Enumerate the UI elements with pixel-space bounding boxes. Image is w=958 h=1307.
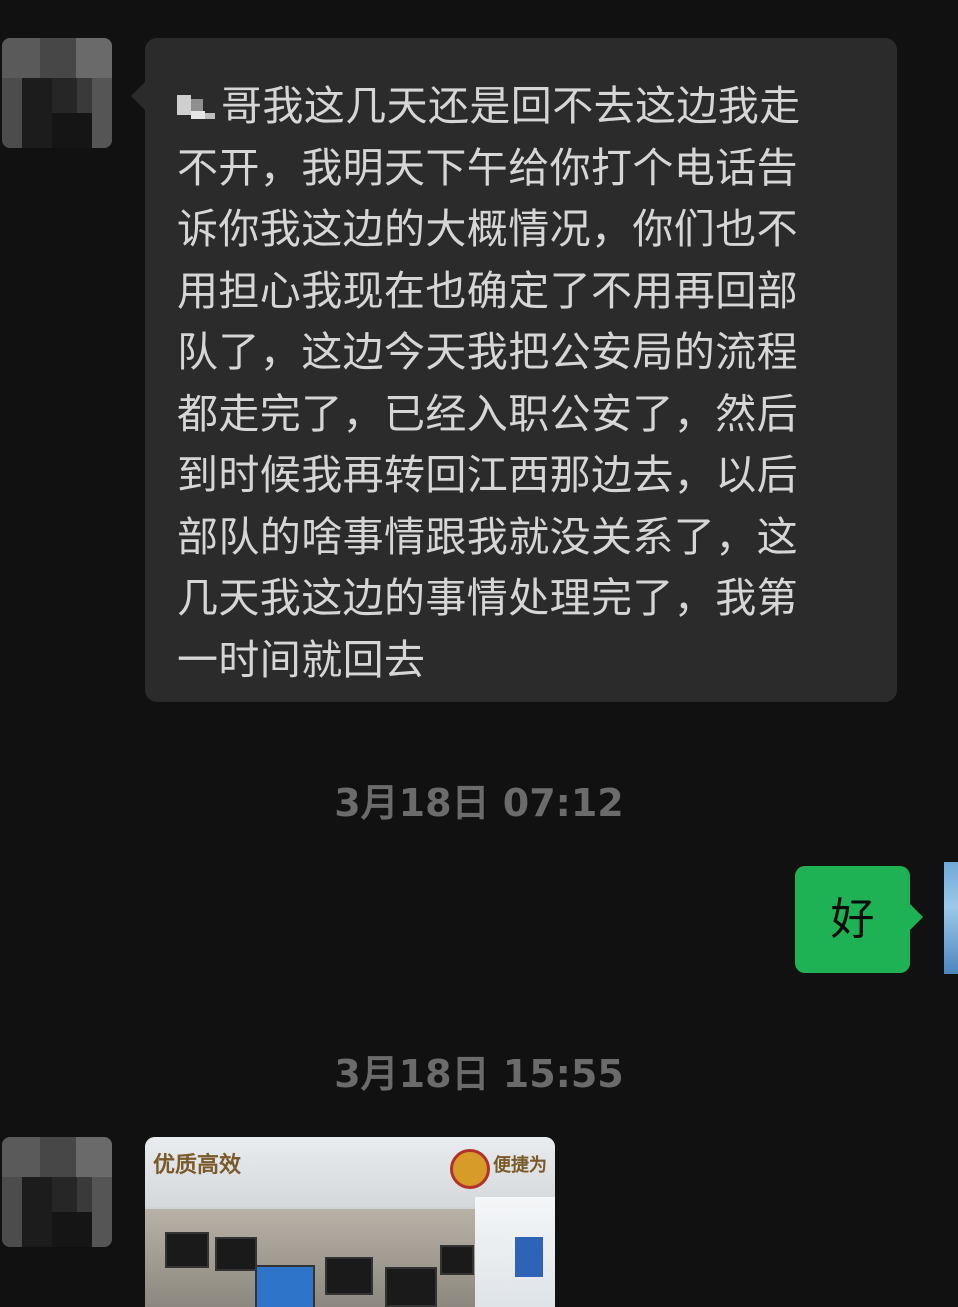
- image-message[interactable]: 优质高效 便捷为: [145, 1137, 555, 1307]
- message-line: 都走完了，已经入职公安了，然后: [177, 389, 798, 438]
- message-line: 一时间就回去: [177, 635, 426, 684]
- message-line: 队了，这边今天我把公安局的流程: [177, 328, 798, 376]
- photo-monitor: [385, 1267, 437, 1307]
- message-timestamp: 3月18日 07:12: [334, 781, 624, 825]
- outgoing-message-bubble[interactable]: 好: [795, 866, 923, 973]
- photo-panel: [515, 1237, 543, 1277]
- photo-monitor: [255, 1265, 315, 1307]
- message-line: 不开，我明天下午给你打个电话告: [177, 143, 798, 192]
- contact-avatar[interactable]: [2, 1137, 112, 1247]
- photo-monitor: [215, 1237, 257, 1271]
- photo-monitor: [325, 1257, 373, 1295]
- message-line: 诉你我这边的大概情况，你们也不: [177, 205, 798, 253]
- message-line: 哥我这几天还是回不去这边我走: [177, 76, 867, 138]
- photo-wall-sign: 便捷为: [493, 1155, 547, 1176]
- message-line: 部队的啥事情跟我就没关系了，这: [177, 512, 798, 561]
- photo-monitor: [440, 1245, 474, 1275]
- message-line: 到时候我再转回江西那边去，以后: [177, 451, 798, 499]
- police-emblem-icon: [450, 1149, 490, 1189]
- message-timestamp: 3月18日 15:55: [334, 1052, 624, 1096]
- contact-avatar[interactable]: [2, 38, 112, 148]
- message-line: 几天我这边的事情处理完了，我第: [177, 574, 798, 622]
- redacted-emoji-icon: [177, 93, 217, 123]
- photo-monitor: [165, 1232, 209, 1268]
- photo-wall-sign: 优质高效: [153, 1152, 242, 1178]
- incoming-message-bubble[interactable]: 哥我这几天还是回不去这边我走 不开，我明天下午给你打个电话告 诉你我这边的大概情…: [131, 38, 897, 702]
- message-line: 用担心我现在也确定了不用再回部: [177, 266, 798, 315]
- self-avatar[interactable]: [944, 862, 958, 974]
